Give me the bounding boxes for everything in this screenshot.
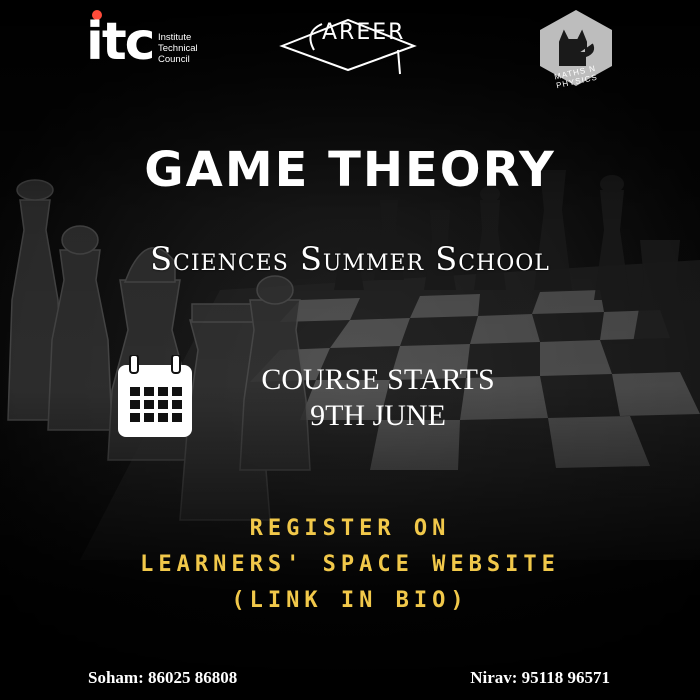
itc-line-1: Institute (158, 32, 192, 43)
course-start-date: 9TH JUNE (310, 399, 446, 432)
register-line-1: REGISTER ON (249, 516, 451, 541)
page-title: GAME THEORY (144, 142, 556, 198)
calendar-icon (118, 355, 192, 437)
itc-line-3: Council (158, 54, 190, 65)
itc-logo-mark: itc (86, 12, 156, 72)
register-line-3: (LINK IN BIO) (231, 588, 469, 613)
maths-n-physics-logo: MATHS N PHYSICS (534, 8, 618, 92)
course-start-text: COURSE STARTS 9TH JUNE (228, 362, 528, 434)
itc-logo: itc Institute Technical Council (86, 10, 216, 72)
contact-soham: Soham: 86025 86808 (88, 668, 238, 687)
itc-logo-text: Institute Technical Council (158, 32, 248, 65)
register-cta: REGISTER ON LEARNERS' SPACE WEBSITE (LIN… (0, 511, 700, 619)
register-line-2: LEARNERS' SPACE WEBSITE (140, 552, 560, 577)
career-cell-text: AREER (322, 20, 406, 45)
career-cell-logo: AREER (278, 16, 426, 78)
course-start-label: COURSE STARTS (261, 363, 495, 396)
page-subtitle: Sciences Summer School (150, 240, 550, 278)
itc-line-2: Technical (158, 43, 198, 54)
contact-nirav: Nirav: 95118 96571 (470, 668, 610, 687)
poster: itc Institute Technical Council AREER MA… (0, 0, 700, 700)
